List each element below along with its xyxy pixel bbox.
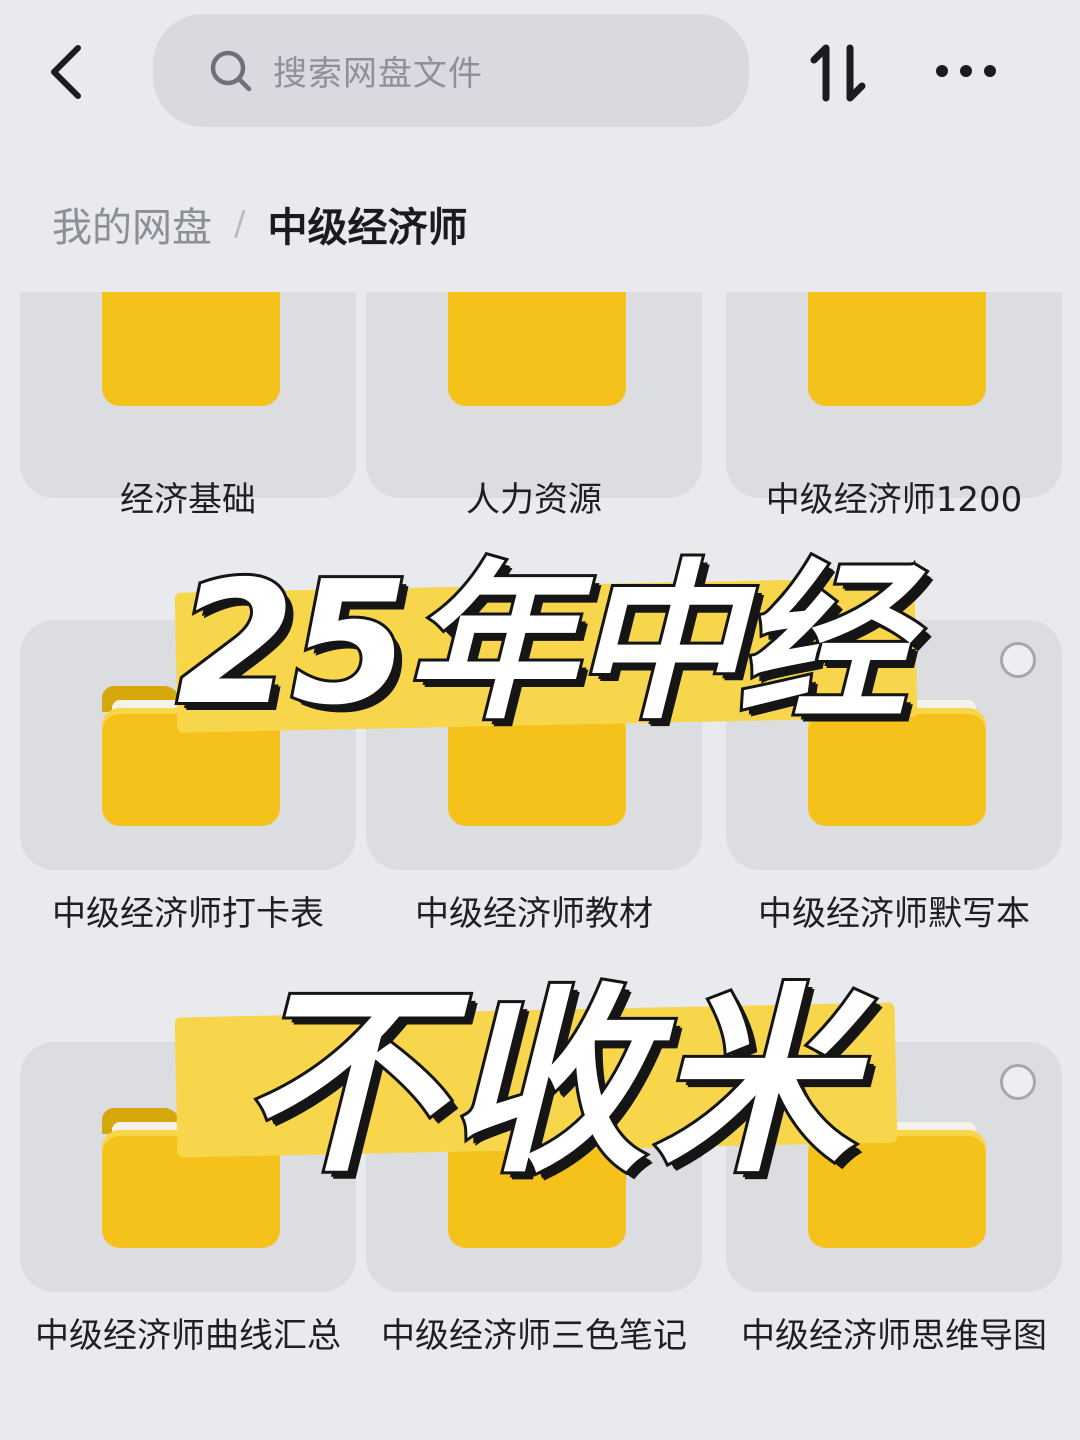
- folder-tile: [726, 292, 1062, 498]
- promo-title-line2: 不收米: [238, 964, 859, 1203]
- more-dots-icon[interactable]: [934, 56, 998, 86]
- breadcrumb-separator: /: [234, 204, 246, 244]
- breadcrumb-current: 中级经济师: [267, 205, 468, 251]
- folder-icon: [808, 292, 986, 406]
- folder-name: 中级经济师三色笔记: [381, 1316, 687, 1356]
- search-icon: [210, 50, 252, 91]
- search-placeholder: 搜索网盘文件: [273, 54, 483, 94]
- folder-icon: [448, 292, 626, 406]
- folder-tile: [20, 292, 356, 498]
- chevron-left-icon: [51, 45, 81, 99]
- promo-title-line1: 25年中经: [174, 542, 911, 746]
- back-button[interactable]: [38, 40, 94, 104]
- folder-icon: [102, 292, 280, 406]
- folder-name: 中级经济师曲线汇总: [35, 1316, 341, 1356]
- breadcrumb-root[interactable]: 我的网盘: [52, 195, 212, 253]
- sort-arrows-icon[interactable]: [808, 42, 870, 104]
- search-input[interactable]: 搜索网盘文件: [153, 14, 749, 127]
- breadcrumb: 我的网盘 / 中级经济师: [52, 196, 467, 252]
- folder-grid: 经济基础 人力资源 中级经济师1200 中级经济师打卡表 中级经济师教材 中级经…: [0, 292, 1080, 1440]
- folder-name: 中级经济师思维导图: [741, 1316, 1047, 1356]
- folder-tile: [366, 292, 702, 498]
